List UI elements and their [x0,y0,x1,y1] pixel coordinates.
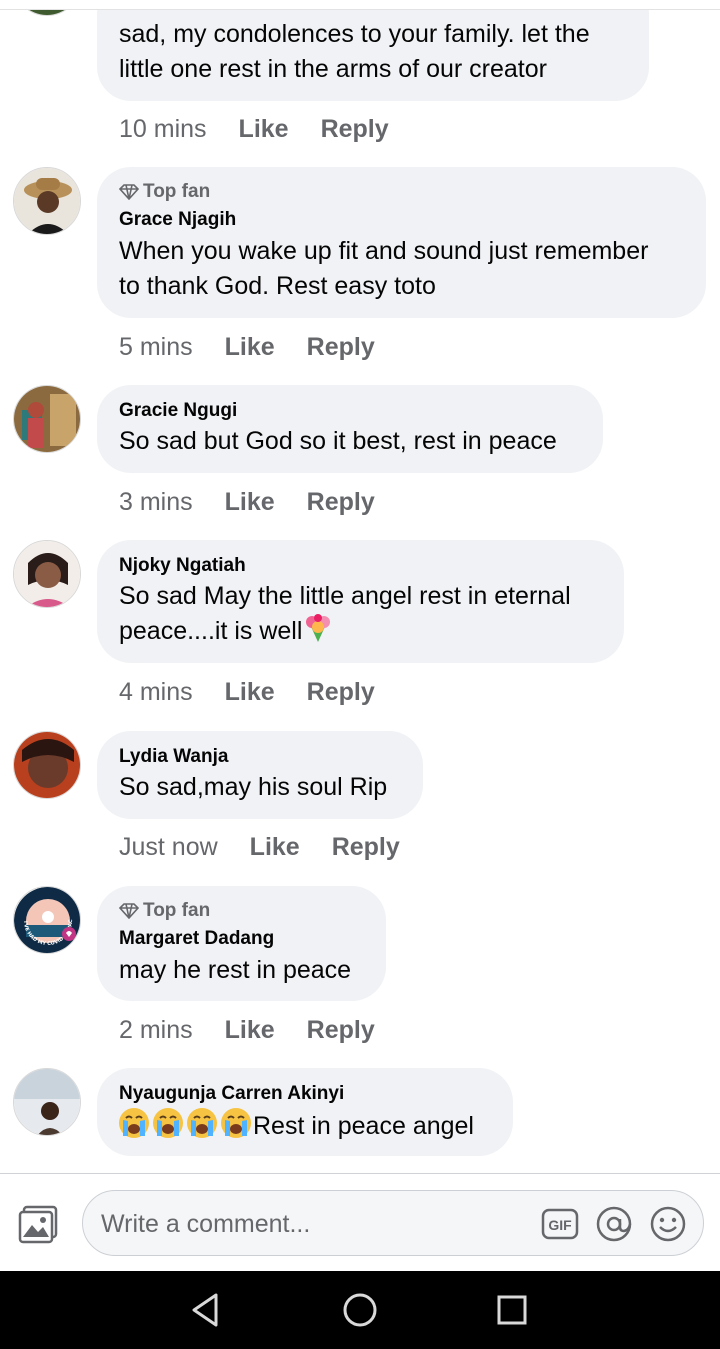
comment-timestamp: Just now [119,833,218,861]
top-fan-badge: Top fan [119,181,210,203]
comment-text-line: When you wake up fit and sound just reme… [119,237,649,265]
avatar[interactable]: I'VE HAD MY COVID-19 VACCINE [13,886,81,954]
loudly-crying-face-icon [153,1108,183,1138]
avatar[interactable] [13,1068,81,1136]
comment-author[interactable]: Margaret Dadang [119,928,274,950]
reply-button[interactable]: Reply [307,333,375,362]
comment-text-line: So sad,may his soul Rip [119,773,388,801]
comment-bubble: Top fan Margaret Dadang may he rest in p… [97,886,386,1001]
top-fan-badge: Top fan [119,900,210,922]
bouquet-emoji-icon [306,614,331,642]
like-button[interactable]: Like [239,115,289,144]
comment-bubble: sad, my condolences to your family. let … [97,0,649,101]
home-button[interactable] [339,1289,381,1331]
comment-author[interactable]: Grace Njagih [119,209,236,231]
comment-bubble: Nyaugunja Carren Akinyi Rest in peace an… [97,1068,513,1156]
comment-actions: 10 mins Like Reply [119,115,389,144]
comment-composer: GIF [0,1173,720,1270]
diamond-icon [119,184,139,200]
comment-actions: 3 mins Like Reply [119,488,375,517]
back-button[interactable] [186,1289,228,1331]
reply-button[interactable]: Reply [321,115,389,144]
comment-text-line: So sad but God so it best, rest in peace [119,427,557,455]
badge-label: Top fan [143,181,211,202]
comment-text-fragment: Rest in peace angel [253,1112,474,1140]
reply-button[interactable]: Reply [332,833,400,862]
comment-timestamp: 4 mins [119,678,193,706]
comment-timestamp: 2 mins [119,1016,193,1044]
like-button[interactable]: Like [250,833,300,862]
comment-actions: Just now Like Reply [119,833,400,862]
avatar[interactable] [13,385,81,453]
photo-button[interactable] [18,1203,60,1245]
comment-actions: 5 mins Like Reply [119,333,375,362]
svg-text:GIF: GIF [548,1217,572,1233]
recents-button[interactable] [491,1289,533,1331]
comment-text-line: little one rest in the arms of our creat… [119,55,547,83]
gif-button[interactable]: GIF [541,1205,579,1243]
comment-actions: 4 mins Like Reply [119,678,375,707]
system-navigation-bar [0,1271,720,1349]
like-button[interactable]: Like [225,678,275,707]
like-button[interactable]: Like [225,333,275,362]
mention-button[interactable] [595,1205,633,1243]
top-status-edge [0,0,720,10]
home-icon [343,1293,377,1327]
reply-button[interactable]: Reply [307,488,375,517]
comment-author[interactable]: Gracie Ngugi [119,400,237,422]
avatar[interactable] [13,167,81,235]
comment-bubble: Lydia Wanja So sad,may his soul Rip [97,731,423,819]
comment-text-line: may he rest in peace [119,956,352,984]
reply-button[interactable]: Reply [307,1016,375,1045]
back-icon [192,1293,218,1327]
avatar[interactable] [13,540,81,608]
reply-button[interactable]: Reply [307,678,375,707]
comment-text-fragment: peace....it is well [119,617,303,645]
comment-text-line: peace....it is well [119,614,334,649]
badge-label: Top fan [143,900,211,921]
comment-bubble: Gracie Ngugi So sad but God so it best, … [97,385,603,473]
comment-text-line: Rest in peace angel [117,1107,474,1144]
comment-text-line: to thank God. Rest easy toto [119,272,436,300]
comment-timestamp: 10 mins [119,115,207,143]
comment-text-line: So sad May the little angel rest in eter… [119,582,571,610]
mention-icon [596,1206,632,1242]
like-button[interactable]: Like [225,1016,275,1045]
comment-timestamp: 3 mins [119,488,193,516]
comment-actions: 2 mins Like Reply [119,1016,375,1045]
recents-icon [497,1295,527,1325]
comment-author[interactable]: Lydia Wanja [119,746,228,768]
comment-bubble: Njoky Ngatiah So sad May the little ange… [97,540,624,663]
diamond-icon [119,903,139,919]
comment-text-line: sad, my condolences to your family. let … [119,20,590,48]
photo-icon [18,1205,58,1244]
loudly-crying-face-icon [221,1108,251,1138]
comment-bubble: Top fan Grace Njagih When you wake up fi… [97,167,706,318]
emoji-button[interactable] [649,1205,687,1243]
avatar[interactable] [13,731,81,799]
gif-icon: GIF [541,1208,579,1240]
comment-timestamp: 5 mins [119,333,193,361]
like-button[interactable]: Like [225,488,275,517]
comment-author[interactable]: Nyaugunja Carren Akinyi [119,1083,344,1105]
loudly-crying-face-icon [187,1108,217,1138]
comment-input[interactable] [99,1204,523,1244]
comment-input-box[interactable]: GIF [82,1190,704,1256]
emoji-icon [650,1206,686,1242]
comment-author[interactable]: Njoky Ngatiah [119,555,246,577]
loudly-crying-face-icon [119,1108,149,1138]
